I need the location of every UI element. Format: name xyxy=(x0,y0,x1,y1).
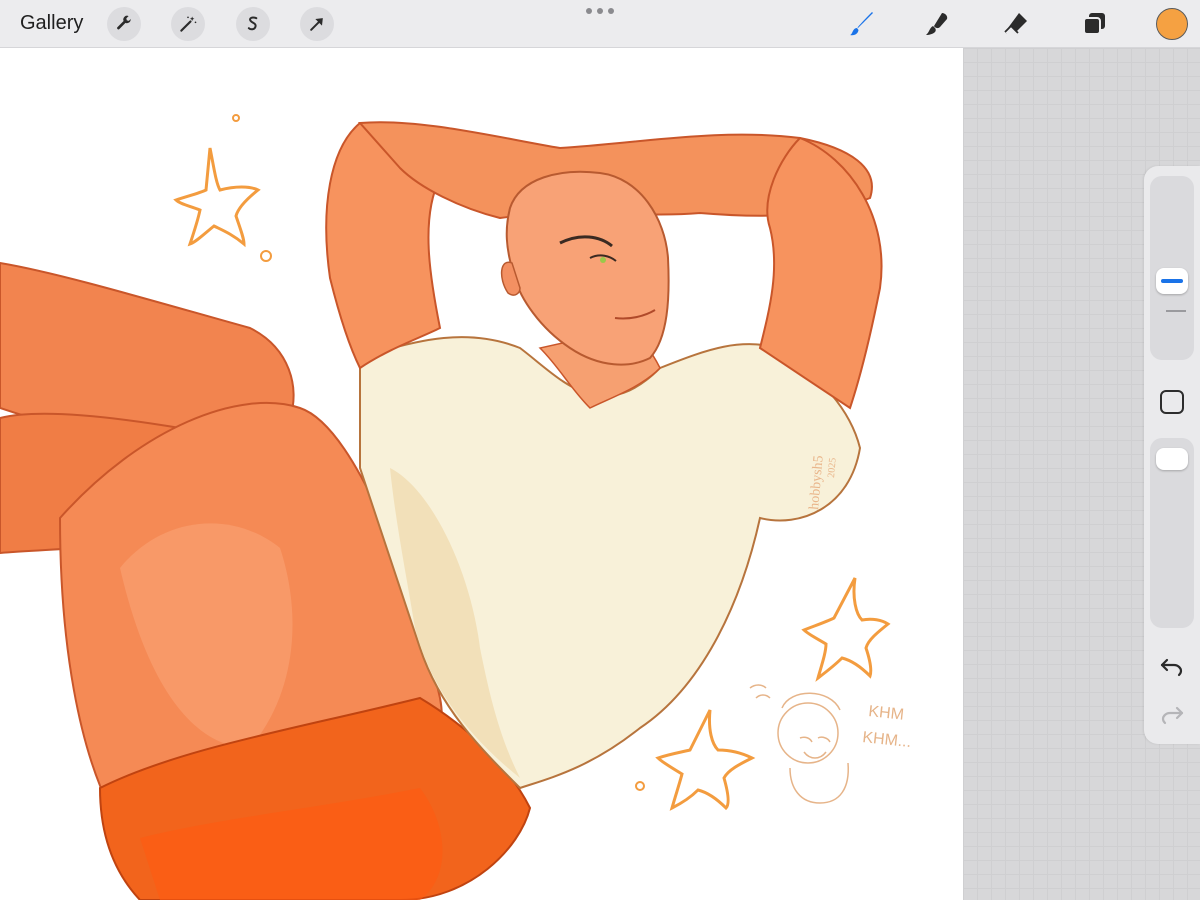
redo-icon xyxy=(1161,706,1184,725)
adjustments-button[interactable] xyxy=(171,7,205,41)
star-doodle-1 xyxy=(173,147,261,248)
signature-year: 2025 xyxy=(826,457,839,478)
dot-doodle xyxy=(232,114,240,122)
head xyxy=(505,170,670,366)
paint-button[interactable] xyxy=(846,8,878,40)
sketch-character-doodle xyxy=(749,684,849,804)
dot-doodle xyxy=(260,250,272,262)
brush-sidebar xyxy=(1144,166,1200,744)
top-toolbar: Gallery xyxy=(0,0,1200,48)
doodle-text-line2: KHM... xyxy=(862,729,912,751)
dot-doodle xyxy=(635,781,645,791)
eye-iris xyxy=(600,257,606,263)
doodle-text-line1: KHM xyxy=(868,703,905,724)
wrench-icon xyxy=(117,15,132,30)
transform-button[interactable] xyxy=(300,7,334,41)
undo-button[interactable] xyxy=(1158,652,1186,680)
layers-icon xyxy=(1083,13,1105,35)
star-doodle-2 xyxy=(801,577,891,682)
brush-icon xyxy=(850,12,873,36)
dot xyxy=(586,8,592,14)
arrow-cursor-icon xyxy=(310,18,323,31)
brush-size-slider[interactable] xyxy=(1150,176,1194,360)
undo-icon xyxy=(1160,658,1183,677)
modify-button[interactable] xyxy=(1160,390,1184,414)
dot xyxy=(608,8,614,14)
drawing-canvas[interactable]: KHM KHM... hobbysh5 2025 xyxy=(0,48,963,900)
brush-opacity-slider[interactable] xyxy=(1150,438,1194,628)
magic-wand-icon xyxy=(180,16,197,32)
redo-button[interactable] xyxy=(1158,700,1186,728)
artwork-illustration: KHM KHM... hobbysh5 2025 xyxy=(0,114,912,900)
layers-button[interactable] xyxy=(1078,8,1110,40)
color-picker-swatch[interactable] xyxy=(1156,8,1188,40)
smudge-button[interactable] xyxy=(922,8,954,40)
star-doodle-3 xyxy=(655,709,756,811)
gallery-button[interactable]: Gallery xyxy=(20,12,83,35)
eraser-icon xyxy=(1004,13,1027,34)
selection-button[interactable] xyxy=(236,7,270,41)
actions-button[interactable] xyxy=(107,7,141,41)
brush-opacity-handle[interactable] xyxy=(1156,448,1188,470)
dot xyxy=(597,8,603,14)
selection-s-icon xyxy=(247,16,258,31)
brush-size-marker xyxy=(1166,310,1186,312)
brush-size-handle[interactable] xyxy=(1156,268,1188,294)
smudge-icon xyxy=(926,13,948,35)
erase-button[interactable] xyxy=(1000,8,1032,40)
more-options-dots[interactable] xyxy=(586,6,614,16)
